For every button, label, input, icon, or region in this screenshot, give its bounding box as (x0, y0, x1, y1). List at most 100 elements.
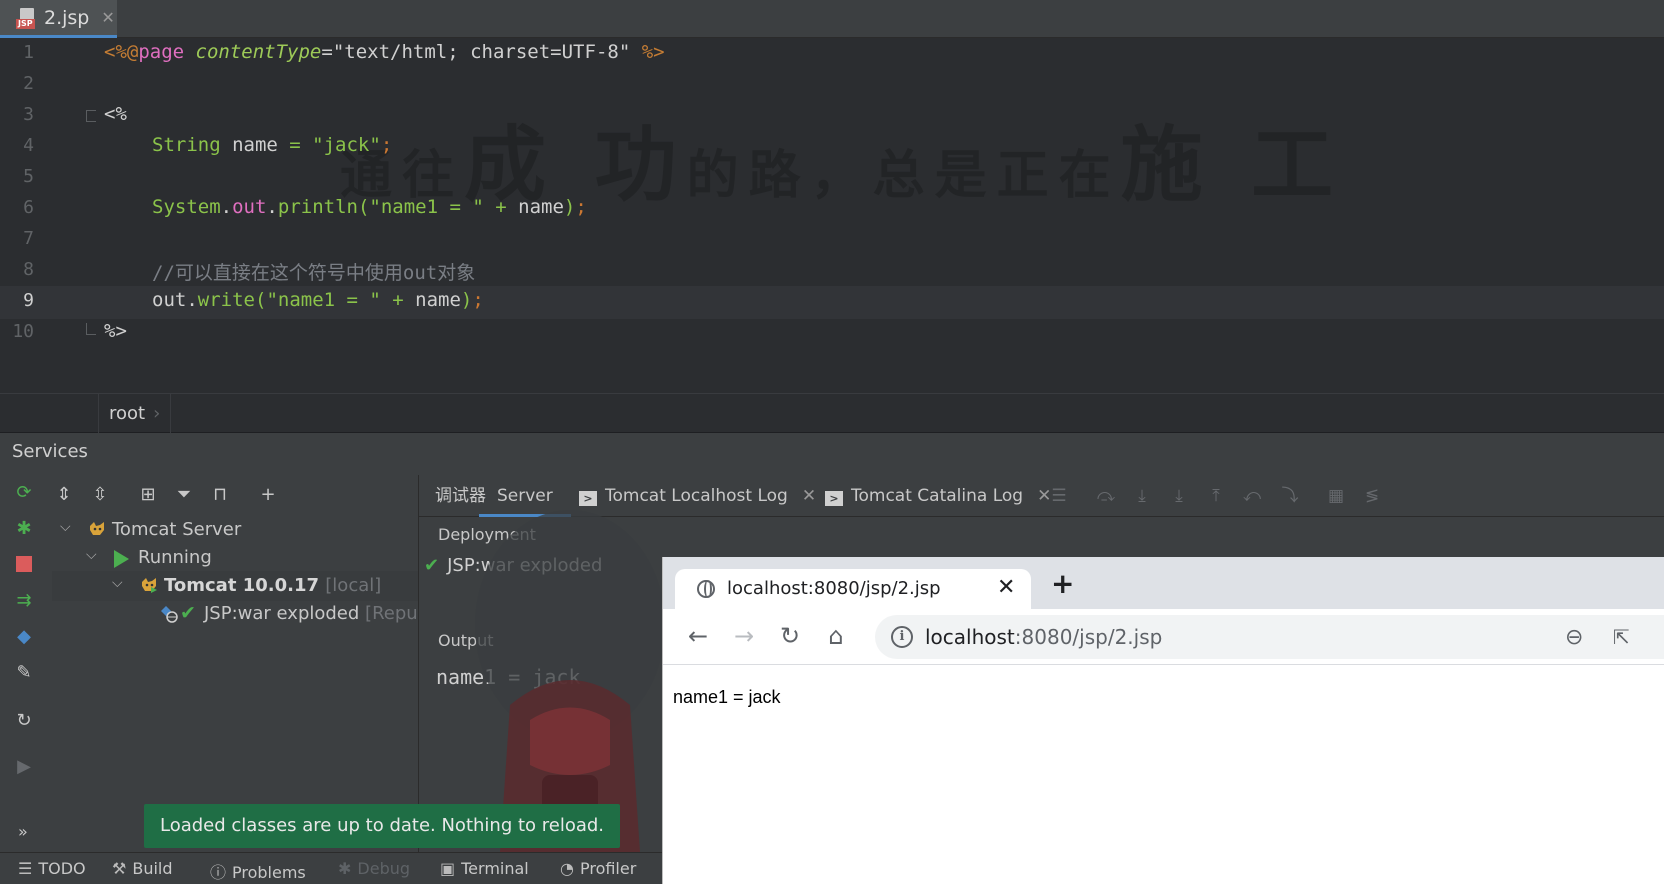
filter-icon[interactable]: ⏷ (172, 483, 196, 507)
resume-icon[interactable]: ▶ (12, 755, 36, 779)
reload-icon[interactable]: ↻ (775, 621, 805, 651)
code-line-current[interactable]: 9 out.write("name1 = " + name); (0, 286, 1664, 319)
browser-window: localhost:8080/jsp/2.jsp ✕ + ← → ↻ ⌂ i l… (662, 557, 1664, 884)
tree-item-artifact[interactable]: ✔ JSP:war exploded [Repu (52, 599, 418, 629)
line-number: 10 (12, 321, 34, 342)
back-arrow-icon[interactable]: ← (683, 621, 713, 651)
site-info-icon[interactable]: i (891, 626, 913, 648)
hammer-icon: ⚒ (112, 859, 127, 878)
editor-tab-bar: JSP 2.jsp ✕ (0, 0, 1664, 38)
address-bar[interactable]: i localhost:8080/jsp/2.jsp ⊖ ⇱ (875, 615, 1664, 659)
rerun-icon[interactable]: ⟳ (12, 481, 36, 505)
group-by-icon[interactable]: ⊞ (136, 483, 160, 507)
code-line[interactable]: 5 (0, 162, 1664, 195)
terminal-icon: ▣ (440, 859, 456, 878)
profiler-button[interactable]: ◔ Profiler (560, 859, 636, 878)
code-comment: //可以直接在这个符号中使用out对象 (152, 262, 476, 284)
zoom-out-icon[interactable]: ⊖ (1565, 625, 1583, 650)
editor-tab-2jsp[interactable]: JSP 2.jsp ✕ (0, 0, 117, 38)
trace-icon[interactable]: ≶ (1361, 485, 1383, 507)
step-into-icon[interactable]: ⤓ (1131, 485, 1153, 507)
code-line[interactable]: 6 System.out.println("name1 = " + name); (0, 193, 1664, 226)
artifact-globe-icon (160, 605, 178, 623)
browser-tab-strip: localhost:8080/jsp/2.jsp ✕ + (663, 557, 1664, 609)
breadcrumb-bar: root › (0, 393, 1664, 434)
tree-item-running[interactable]: ⌵ Running (52, 543, 418, 573)
tomcat-icon (88, 521, 106, 537)
chevron-down-icon[interactable]: ⌵ (86, 547, 97, 563)
code-line[interactable]: 7 (0, 224, 1664, 257)
tab-tomcat-catalina-log[interactable]: > Tomcat Catalina Log ✕ (825, 475, 1051, 517)
breadcrumb-item-root[interactable]: root (109, 403, 145, 424)
stop-icon[interactable] (12, 553, 36, 577)
add-service-icon[interactable]: + (256, 483, 280, 507)
tree-item-tomcat-instance[interactable]: ⌵ Tomcat 10.0.17 [local] (52, 571, 418, 601)
chevron-down-icon[interactable]: ⌵ (60, 519, 71, 535)
browser-tab-title: localhost:8080/jsp/2.jsp (727, 578, 941, 599)
breadcrumb[interactable]: root › (98, 394, 172, 434)
problems-button[interactable]: ⓘ Problems (210, 859, 306, 883)
fold-marker-icon[interactable] (86, 110, 96, 122)
code-line[interactable]: 2 (0, 69, 1664, 102)
line-number: 8 (23, 259, 34, 280)
bug-icon: ✱ (338, 859, 352, 878)
home-icon[interactable]: ⌂ (821, 621, 851, 651)
code-line[interactable]: 3 <% (0, 100, 1664, 133)
close-icon[interactable]: ✕ (802, 486, 816, 506)
line-number: 3 (23, 104, 34, 125)
url-text[interactable]: localhost:8080/jsp/2.jsp (925, 625, 1162, 649)
terminal-icon: > (579, 491, 597, 506)
close-icon[interactable]: ✕ (101, 8, 114, 27)
run-to-cursor-icon[interactable]: ⤵ (1279, 485, 1301, 507)
refresh-icon[interactable]: ↻ (12, 709, 36, 733)
expand-all-icon[interactable]: ⇕ (52, 483, 76, 507)
force-step-into-icon[interactable]: ⤓ (1168, 485, 1190, 507)
tree-item-tomcat-server[interactable]: ⌵ Tomcat Server (52, 515, 418, 545)
play-icon (114, 550, 129, 568)
menu-lines-icon[interactable]: ☰ (1048, 485, 1070, 507)
jsp-file-icon: JSP (16, 7, 38, 29)
update-app-icon[interactable]: ⇉ (12, 589, 36, 613)
globe-icon (697, 580, 715, 598)
code-line[interactable]: 1 <%@page contentType="text/html; charse… (0, 38, 1664, 71)
step-out-icon[interactable]: ⤒ (1205, 485, 1227, 507)
step-over-icon[interactable]: ⤼ (1095, 485, 1117, 507)
browser-tab[interactable]: localhost:8080/jsp/2.jsp ✕ (675, 569, 1031, 609)
debug-bug-icon[interactable]: ✱ (12, 517, 36, 541)
debug-button[interactable]: ✱ Debug (338, 859, 410, 878)
more-tool-windows-button[interactable]: » (18, 822, 28, 841)
panel-divider[interactable] (418, 475, 419, 852)
fold-marker-icon[interactable] (86, 323, 96, 335)
line-number: 6 (23, 197, 34, 218)
line-number: 7 (23, 228, 34, 249)
wallpaper-mascot (475, 510, 665, 852)
todo-button[interactable]: ☰ TODO (18, 859, 86, 878)
services-side-toolbar: ⟳ ✱ ⇉ ◆ ✎ ↻ ▶ (0, 475, 48, 852)
build-button[interactable]: ⚒ Build (112, 859, 173, 878)
reload-notification-toast[interactable]: Loaded classes are up to date. Nothing t… (144, 804, 621, 848)
new-tab-button[interactable]: + (1051, 567, 1074, 600)
code-line[interactable]: 10 %> (0, 317, 1664, 350)
code-editor[interactable]: 通往成 功的路，总是正在施 工 1 <%@page contentType="t… (0, 38, 1664, 393)
check-icon: ✔ (424, 555, 440, 576)
drop-frame-icon[interactable]: ⤺ (1241, 485, 1263, 507)
chevron-down-icon[interactable]: ⌵ (112, 575, 123, 591)
forward-arrow-icon[interactable]: → (729, 621, 759, 651)
page-content-text: name1 = jack (673, 687, 781, 707)
deploy-icon[interactable]: ◆ (12, 625, 36, 649)
check-icon: ✔ (180, 602, 196, 624)
collapse-all-icon[interactable]: ⇳ (88, 483, 112, 507)
code-line[interactable]: 4 String name = "jack"; (0, 131, 1664, 164)
wrench-icon[interactable]: ✎ (12, 661, 36, 685)
services-title: Services (12, 441, 88, 462)
share-icon[interactable]: ⇱ (1613, 625, 1630, 649)
tomcat-running-icon (140, 577, 158, 593)
new-tab-icon[interactable]: ⊓ (208, 483, 232, 507)
code-line[interactable]: 8 //可以直接在这个符号中使用out对象 (0, 255, 1664, 288)
browser-toolbar: ← → ↻ ⌂ i localhost:8080/jsp/2.jsp ⊖ ⇱ (663, 609, 1664, 665)
services-tree: ⌵ Tomcat Server ⌵ Running ⌵ Tomcat 10.0.… (52, 515, 418, 845)
evaluate-table-icon[interactable]: ▦ (1325, 485, 1347, 507)
line-number: 2 (23, 73, 34, 94)
terminal-button[interactable]: ▣ Terminal (440, 859, 529, 878)
close-icon[interactable]: ✕ (997, 575, 1015, 600)
